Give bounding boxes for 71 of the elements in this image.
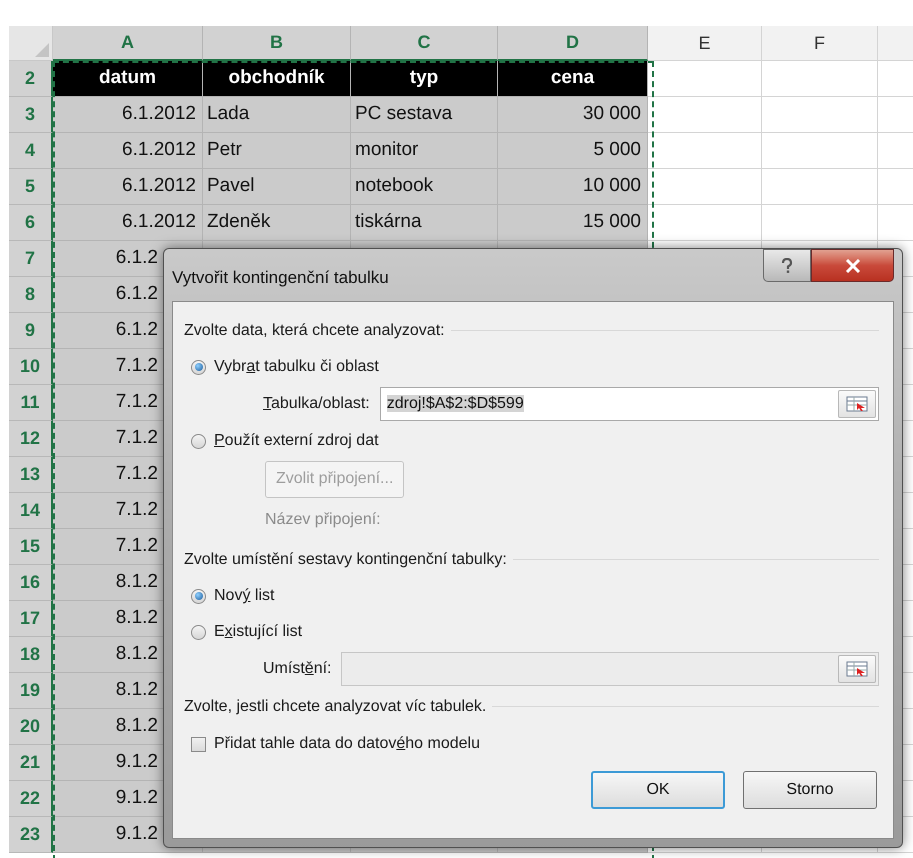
row-header[interactable]: 14	[9, 493, 53, 529]
dialog-button[interactable]: Storno	[743, 771, 877, 809]
checkbox-label: Přidat tahle data do datového modelu	[214, 734, 480, 754]
column-header[interactable]: A	[53, 26, 203, 61]
table-cell: Pavel	[203, 169, 351, 205]
radio-button[interactable]	[191, 588, 206, 604]
column-title: cena	[498, 61, 648, 97]
row-header[interactable]: 17	[9, 601, 53, 637]
row-header[interactable]: 5	[9, 169, 53, 205]
row-header[interactable]: 15	[9, 529, 53, 565]
column-title: datum	[53, 61, 203, 97]
close-button[interactable]	[811, 249, 894, 282]
radio-label: Vybrat tabulku či oblast	[214, 357, 379, 377]
checkbox[interactable]	[191, 736, 206, 752]
radio-button[interactable]	[191, 624, 206, 640]
column-title: typ	[351, 61, 498, 97]
range-field[interactable]: zdroj!$A$2:$D$599	[380, 387, 879, 421]
close-icon	[844, 258, 860, 272]
radio-label: Existující list	[214, 622, 302, 642]
connection-name-label: Název připojení:	[265, 510, 381, 530]
table-cell: 5 000	[498, 133, 648, 169]
column-header[interactable]: C	[351, 26, 498, 61]
row-header[interactable]: 3	[9, 97, 53, 133]
row-header[interactable]: 9	[9, 313, 53, 349]
column-title: obchodník	[203, 61, 351, 97]
table-cell: notebook	[351, 169, 498, 205]
radio-label: Použít externí zdroj dat	[214, 431, 379, 451]
row-header[interactable]: 23	[9, 817, 53, 853]
table-cell: 30 000	[498, 97, 648, 133]
corner-triangle-icon	[35, 43, 49, 57]
field-label: Tabulka/oblast:	[263, 394, 370, 414]
row-header[interactable]: 4	[9, 133, 53, 169]
field-label: Umístění:	[263, 659, 332, 679]
column-header[interactable]: E	[648, 26, 762, 61]
row-header[interactable]: 19	[9, 673, 53, 709]
radio-button[interactable]	[191, 434, 206, 448]
row-header[interactable]: 20	[9, 709, 53, 745]
range-select-button[interactable]	[838, 390, 876, 418]
row-header[interactable]: 7	[9, 241, 53, 277]
row-header[interactable]: 21	[9, 745, 53, 781]
column-header[interactable]: F	[762, 26, 878, 61]
row-header[interactable]: 12	[9, 421, 53, 457]
radio-label: Nový list	[214, 586, 274, 606]
row-header[interactable]: 13	[9, 457, 53, 493]
row-header[interactable]: 2	[9, 61, 53, 97]
table-cell: tiskárna	[351, 205, 498, 241]
row-header[interactable]: 16	[9, 565, 53, 601]
row-header[interactable]: 11	[9, 385, 53, 421]
table-cell: monitor	[351, 133, 498, 169]
table-cell: 6.1.2012	[53, 169, 203, 205]
table-cell: Lada	[203, 97, 351, 133]
table-cell: 6.1.2012	[53, 133, 203, 169]
table-cell: 10 000	[498, 169, 648, 205]
row-header[interactable]: 6	[9, 205, 53, 241]
table-cell: 6.1.2012	[53, 205, 203, 241]
column-header[interactable]: D	[498, 26, 648, 61]
help-button[interactable]	[763, 249, 811, 282]
help-icon	[781, 258, 793, 274]
column-header[interactable]: B	[203, 26, 351, 61]
dialog-button[interactable]: OK	[591, 771, 725, 809]
table-cell: Petr	[203, 133, 351, 169]
table-cell: Zdeněk	[203, 205, 351, 241]
table-cell: 6.1.2012	[53, 97, 203, 133]
radio-button[interactable]	[191, 360, 206, 374]
row-header[interactable]: 8	[9, 277, 53, 313]
row-header[interactable]: 10	[9, 349, 53, 385]
row-header[interactable]: 22	[9, 781, 53, 817]
table-cell: PC sestava	[351, 97, 498, 133]
field-value: zdroj!$A$2:$D$599	[386, 395, 524, 412]
table-cell: 15 000	[498, 205, 648, 241]
row-header[interactable]: 18	[9, 637, 53, 673]
